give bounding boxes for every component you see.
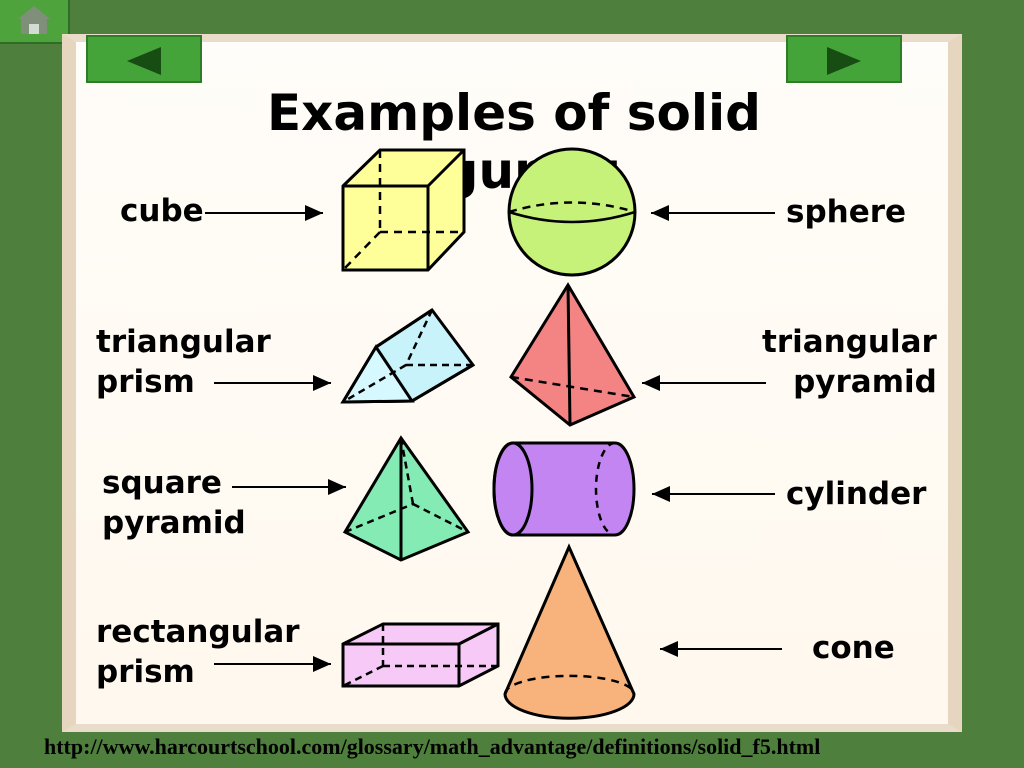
triangular-pyramid-figure: [509, 282, 637, 427]
rectangular-prism-label: rectangular prism: [96, 614, 300, 690]
cylinder-label: cylinder: [786, 476, 927, 512]
square-pyramid-figure: [342, 435, 471, 562]
triangular-prism-figure: [340, 307, 476, 404]
triangular-prism-label: triangular prism: [96, 324, 271, 400]
sphere-label: sphere: [786, 194, 907, 230]
triangular-pyramid-label: triangular pyramid: [762, 324, 937, 400]
source-url: http://www.harcourtschool.com/glossary/m…: [44, 734, 821, 759]
cube-figure: [341, 148, 466, 272]
cone-label: cone: [812, 630, 895, 666]
cube-label: cube: [120, 193, 204, 229]
cone-figure: [503, 543, 636, 720]
cylinder-figure: [492, 441, 636, 537]
sphere-figure: [507, 147, 637, 277]
square-pyramid-label: square pyramid: [102, 465, 246, 541]
rectangular-prism-figure: [341, 622, 500, 688]
